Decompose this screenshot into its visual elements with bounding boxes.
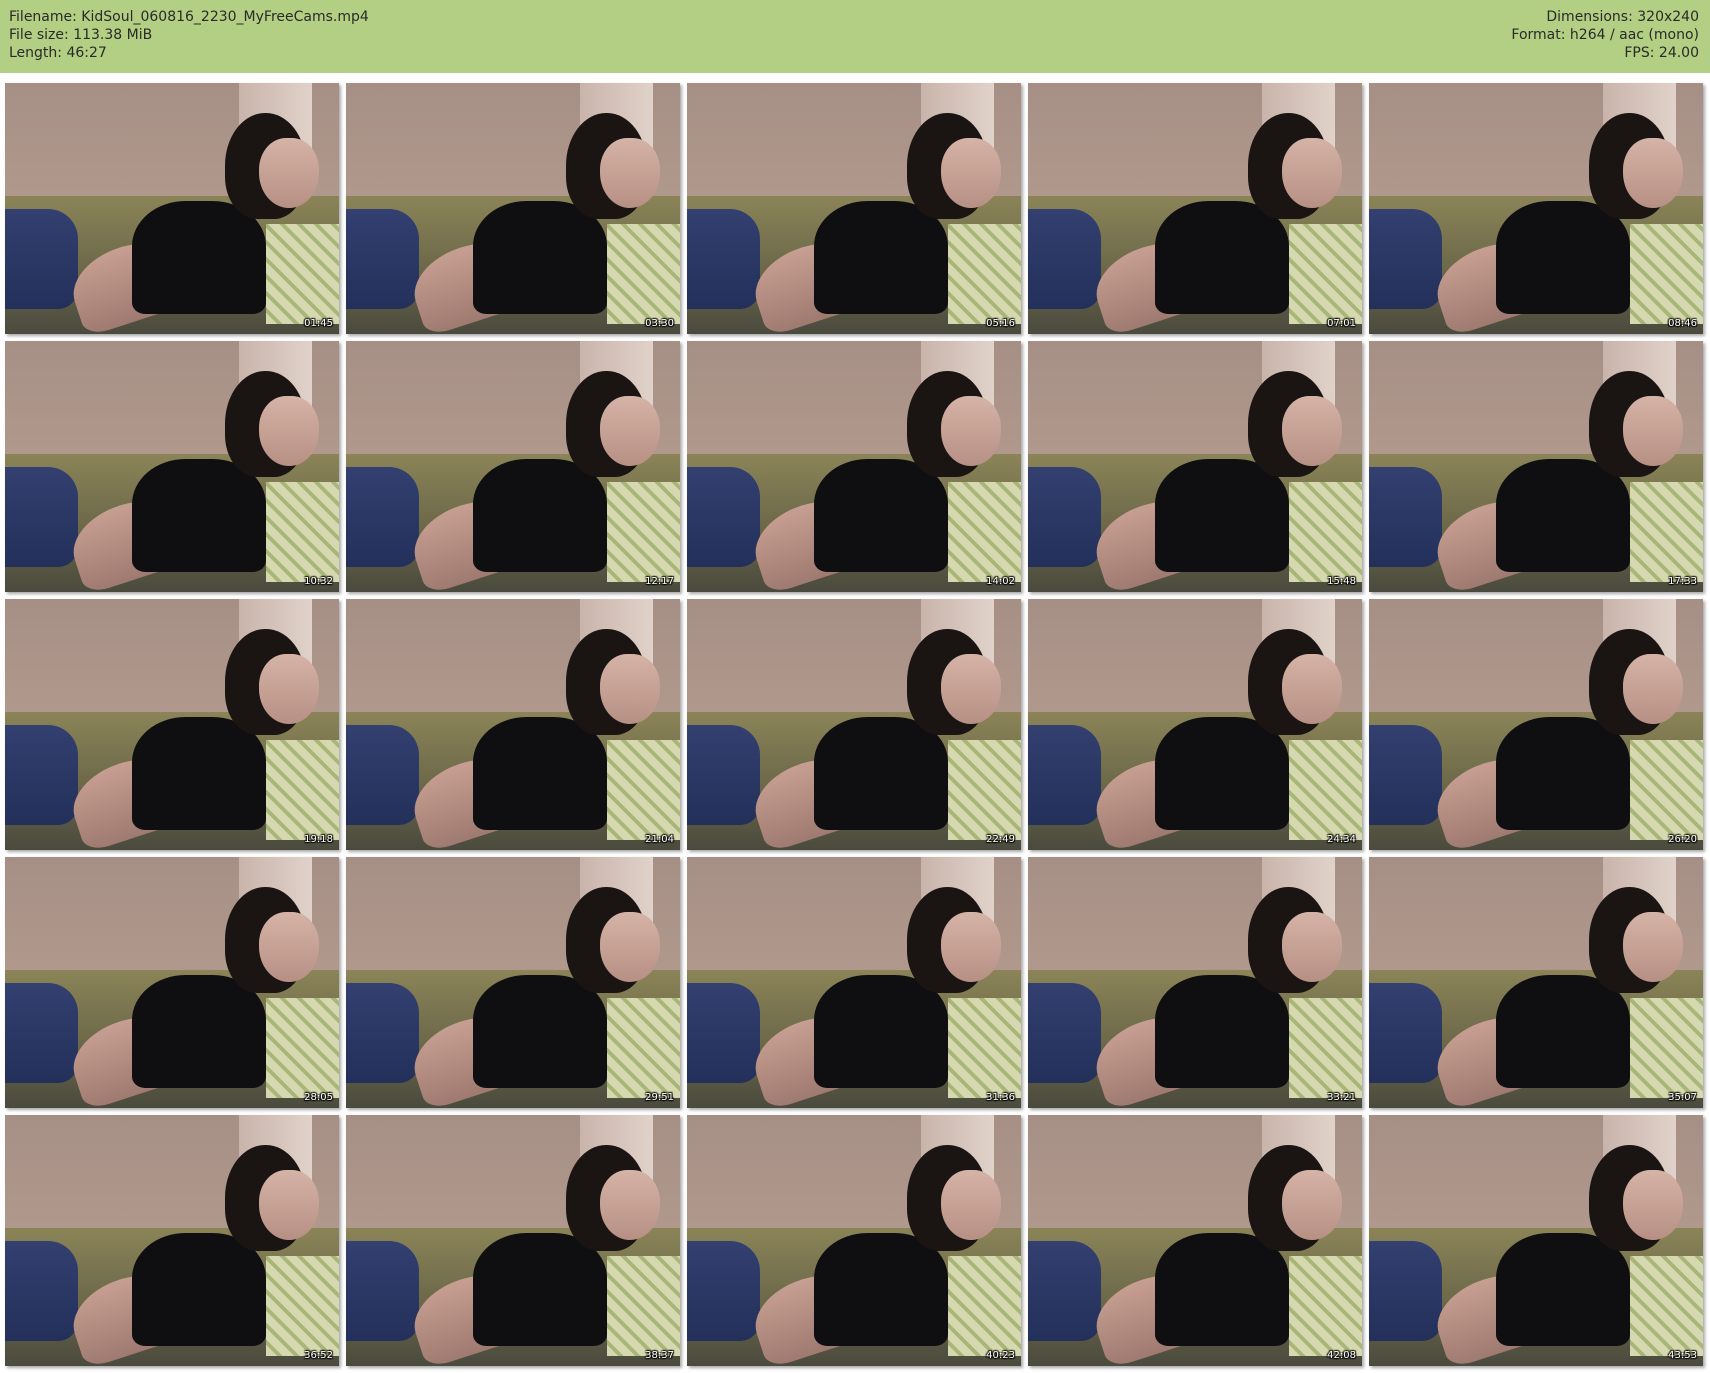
thumbnail: 29:51 [346,857,680,1108]
thumbnail: 14:02 [687,341,1021,592]
timestamp-label: 38:37 [645,1350,674,1361]
timestamp-label: 10:32 [304,576,333,587]
info-right: Dimensions: 320x240 Format: h264 / aac (… [1511,8,1699,62]
thumbnail: 21:04 [346,599,680,850]
thumbnail: 10:32 [5,341,339,592]
timestamp-label: 03:30 [645,318,674,329]
timestamp-label: 31:36 [986,1092,1015,1103]
timestamp-label: 24:34 [1327,834,1356,845]
thumbnail: 15:48 [1028,341,1362,592]
fps-text: FPS: 24.00 [1624,45,1699,61]
thumbnail-grid: 01:45 03:30 05:16 07:01 08:46 10:32 12:1… [5,83,1703,1366]
timestamp-label: 12:17 [645,576,674,587]
thumbnail: 35:07 [1369,857,1703,1108]
timestamp-label: 14:02 [986,576,1015,587]
timestamp-label: 15:48 [1327,576,1356,587]
timestamp-label: 22:49 [986,834,1015,845]
dimensions-text: Dimensions: 320x240 [1546,9,1699,25]
thumbnail: 01:45 [5,83,339,334]
thumbnail: 08:46 [1369,83,1703,334]
thumbnail: 33:21 [1028,857,1362,1108]
timestamp-label: 40:23 [986,1350,1015,1361]
timestamp-label: 19:18 [304,834,333,845]
thumbnail: 22:49 [687,599,1021,850]
timestamp-label: 05:16 [986,318,1015,329]
thumbnail: 26:20 [1369,599,1703,850]
timestamp-label: 29:51 [645,1092,674,1103]
length-text: Length: 46:27 [9,45,107,61]
thumbnail: 28:05 [5,857,339,1108]
timestamp-label: 33:21 [1327,1092,1356,1103]
thumbnail: 43:53 [1369,1115,1703,1366]
thumbnail: 19:18 [5,599,339,850]
thumbnail: 07:01 [1028,83,1362,334]
timestamp-label: 26:20 [1668,834,1697,845]
thumbnail: 31:36 [687,857,1021,1108]
thumbnail: 03:30 [346,83,680,334]
filesize-text: File size: 113.38 MiB [9,27,153,43]
timestamp-label: 17:33 [1668,576,1697,587]
thumbnail: 36:52 [5,1115,339,1366]
timestamp-label: 36:52 [304,1350,333,1361]
format-text: Format: h264 / aac (mono) [1511,27,1699,43]
timestamp-label: 07:01 [1327,318,1356,329]
timestamp-label: 43:53 [1668,1350,1697,1361]
info-left: Filename: KidSoul_060816_2230_MyFreeCams… [9,8,369,62]
thumbnail: 24:34 [1028,599,1362,850]
thumbnail: 40:23 [687,1115,1021,1366]
thumbnail: 05:16 [687,83,1021,334]
thumbnail: 17:33 [1369,341,1703,592]
info-header: Filename: KidSoul_060816_2230_MyFreeCams… [0,0,1710,73]
thumbnail: 42:08 [1028,1115,1362,1366]
timestamp-label: 08:46 [1668,318,1697,329]
timestamp-label: 42:08 [1327,1350,1356,1361]
timestamp-label: 01:45 [304,318,333,329]
timestamp-label: 21:04 [645,834,674,845]
thumbnail: 12:17 [346,341,680,592]
timestamp-label: 35:07 [1668,1092,1697,1103]
thumbnail: 38:37 [346,1115,680,1366]
filename-text: Filename: KidSoul_060816_2230_MyFreeCams… [9,9,369,25]
timestamp-label: 28:05 [304,1092,333,1103]
